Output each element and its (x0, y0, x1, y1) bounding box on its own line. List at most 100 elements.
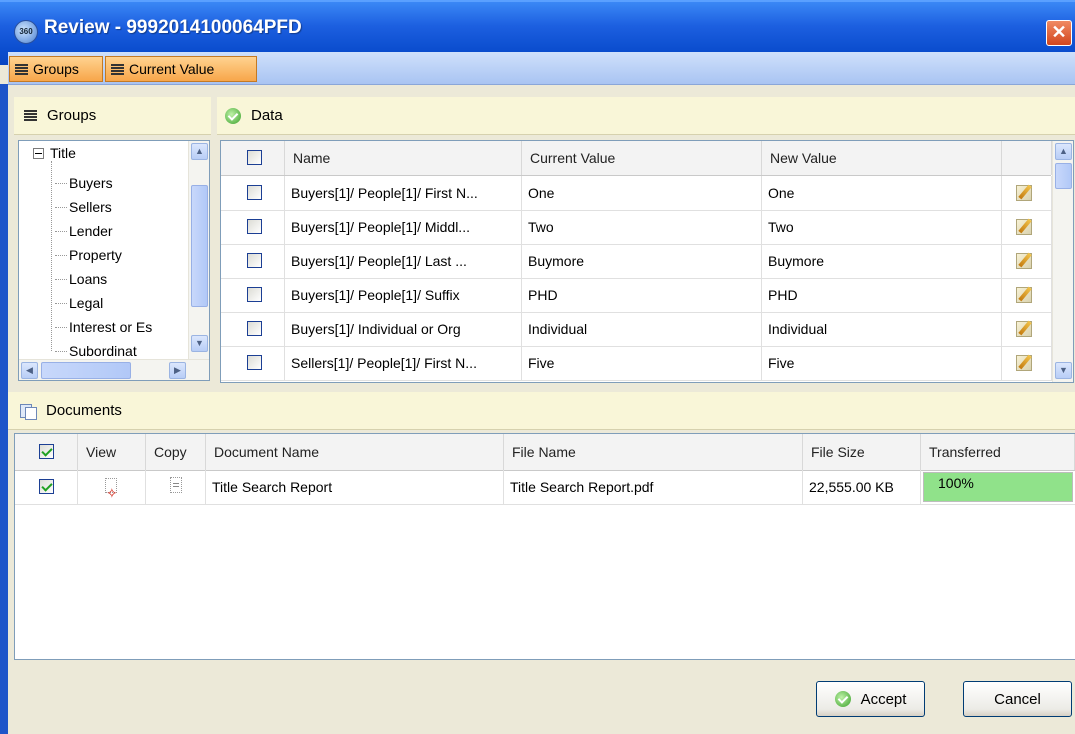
row-checkbox[interactable] (247, 355, 262, 370)
column-header-copy[interactable]: Copy (146, 434, 206, 470)
list-icon (15, 63, 28, 75)
tree-item-interest[interactable]: Interest or Es (55, 319, 152, 335)
row-checkbox[interactable] (247, 185, 262, 200)
scroll-thumb[interactable] (191, 185, 208, 307)
data-table-header: Name Current Value New Value (221, 141, 1052, 176)
row-edit-cell (1002, 346, 1052, 380)
row-copy-cell (146, 470, 206, 504)
app-icon: 360 (14, 20, 38, 44)
window-frame-left (0, 84, 8, 734)
row-select-cell (221, 278, 285, 312)
groups-tree[interactable]: Title Buyers Sellers Lender Property Loa… (18, 140, 210, 381)
groups-panel-header: Groups (14, 97, 211, 135)
row-file-name: Title Search Report.pdf (504, 470, 803, 504)
row-edit-cell (1002, 244, 1052, 278)
row-checkbox[interactable] (247, 219, 262, 234)
table-row[interactable]: Buyers[1]/ People[1]/ Last ... Buymore B… (221, 244, 1053, 279)
row-checkbox[interactable] (247, 287, 262, 302)
row-name: Buyers[1]/ People[1]/ Middl... (285, 210, 522, 244)
row-current-value: One (522, 176, 762, 210)
tree-item-subordination[interactable]: Subordinat (55, 343, 137, 359)
row-select-cell (221, 176, 285, 210)
scroll-right-icon[interactable]: ▶ (169, 362, 186, 379)
close-button[interactable]: ✕ (1046, 20, 1072, 46)
scroll-thumb-horizontal[interactable] (41, 362, 131, 379)
table-row[interactable]: Buyers[1]/ People[1]/ First N... One One (221, 176, 1053, 211)
column-header-new-value[interactable]: New Value (762, 141, 1002, 175)
tree-item-label: Interest or Es (69, 319, 153, 335)
table-row[interactable]: Title Search Report Title Search Report.… (15, 470, 1075, 505)
row-transferred-cell: 100% (921, 470, 1075, 504)
table-row[interactable]: Buyers[1]/ People[1]/ Middl... Two Two (221, 210, 1053, 245)
scroll-down-icon[interactable]: ▼ (191, 335, 208, 352)
scroll-left-icon[interactable]: ◀ (21, 362, 38, 379)
edit-icon[interactable] (1016, 185, 1032, 201)
row-current-value: Five (522, 346, 762, 380)
table-row[interactable]: Buyers[1]/ Individual or Org Individual … (221, 312, 1053, 347)
row-select-cell (221, 312, 285, 346)
scroll-thumb[interactable] (1055, 163, 1072, 189)
list-icon (24, 110, 37, 121)
column-header-view[interactable]: View (78, 434, 146, 470)
window-title: Review - 9992014100064PFD (44, 17, 302, 38)
row-select-cell (221, 244, 285, 278)
row-checkbox[interactable] (247, 321, 262, 336)
groups-vertical-scrollbar[interactable]: ▲ ▼ (188, 141, 209, 361)
row-checkbox[interactable] (39, 479, 54, 494)
cancel-button[interactable]: Cancel (963, 681, 1072, 717)
tree-item-loans[interactable]: Loans (55, 271, 107, 287)
groups-horizontal-scrollbar[interactable]: ◀ ▶ (19, 359, 209, 380)
cancel-button-label: Cancel (994, 690, 1041, 708)
row-current-value: Individual (522, 312, 762, 346)
table-row[interactable]: Buyers[1]/ People[1]/ Suffix PHD PHD (221, 278, 1053, 313)
tree-item-label: Subordinat (69, 343, 137, 359)
column-header-file-size[interactable]: File Size (803, 434, 921, 470)
table-row[interactable]: Sellers[1]/ People[1]/ First N... Five F… (221, 346, 1053, 381)
edit-icon[interactable] (1016, 253, 1032, 269)
tree-item-buyers[interactable]: Buyers (55, 175, 113, 191)
current-value-toolbar-button[interactable]: Current Value (105, 56, 257, 82)
row-checkbox[interactable] (247, 253, 262, 268)
row-name: Buyers[1]/ Individual or Org (285, 312, 522, 346)
column-header-current-value[interactable]: Current Value (522, 141, 762, 175)
pdf-icon[interactable] (104, 476, 118, 504)
tree-item-legal[interactable]: Legal (55, 295, 103, 311)
tree-item-label: Lender (69, 223, 113, 239)
groups-toolbar-button[interactable]: Groups (9, 56, 103, 82)
data-panel-header: Data (217, 97, 1075, 135)
scroll-up-icon[interactable]: ▲ (191, 143, 208, 160)
row-new-value: PHD (762, 278, 1002, 312)
edit-icon[interactable] (1016, 321, 1032, 337)
select-all-checkbox[interactable] (247, 150, 262, 165)
data-table: Name Current Value New Value Buyers[1]/ … (220, 140, 1074, 383)
edit-icon[interactable] (1016, 355, 1032, 371)
documents-table-header: View Copy Document Name File Name File S… (15, 434, 1075, 471)
column-header-transferred[interactable]: Transferred (921, 434, 1075, 470)
tree-node-title[interactable]: Title (33, 145, 76, 161)
select-all-documents-checkbox[interactable] (39, 444, 54, 459)
row-current-value: Buymore (522, 244, 762, 278)
tree-item-sellers[interactable]: Sellers (55, 199, 112, 215)
edit-icon[interactable] (1016, 219, 1032, 235)
scroll-down-icon[interactable]: ▼ (1055, 362, 1072, 379)
row-select-cell (221, 210, 285, 244)
accept-button[interactable]: Accept (816, 681, 925, 717)
column-header-file-name[interactable]: File Name (504, 434, 803, 470)
check-circle-icon (225, 107, 241, 124)
accept-button-label: Accept (860, 690, 907, 708)
column-header-document-name[interactable]: Document Name (206, 434, 504, 470)
list-icon (111, 63, 124, 75)
tree-item-property[interactable]: Property (55, 247, 122, 263)
row-name: Sellers[1]/ People[1]/ First N... (285, 346, 522, 380)
scroll-up-icon[interactable]: ▲ (1055, 143, 1072, 160)
collapse-icon[interactable] (33, 147, 44, 159)
row-new-value: Buymore (762, 244, 1002, 278)
copy-document-icon[interactable] (170, 477, 182, 493)
data-vertical-scrollbar[interactable]: ▲ ▼ (1052, 141, 1073, 382)
column-header-name[interactable]: Name (285, 141, 522, 175)
tree-root-label: Title (50, 145, 76, 161)
tree-item-lender[interactable]: Lender (55, 223, 113, 239)
edit-icon[interactable] (1016, 287, 1032, 303)
documents-icon (20, 403, 37, 420)
groups-panel-title: Groups (47, 107, 97, 124)
